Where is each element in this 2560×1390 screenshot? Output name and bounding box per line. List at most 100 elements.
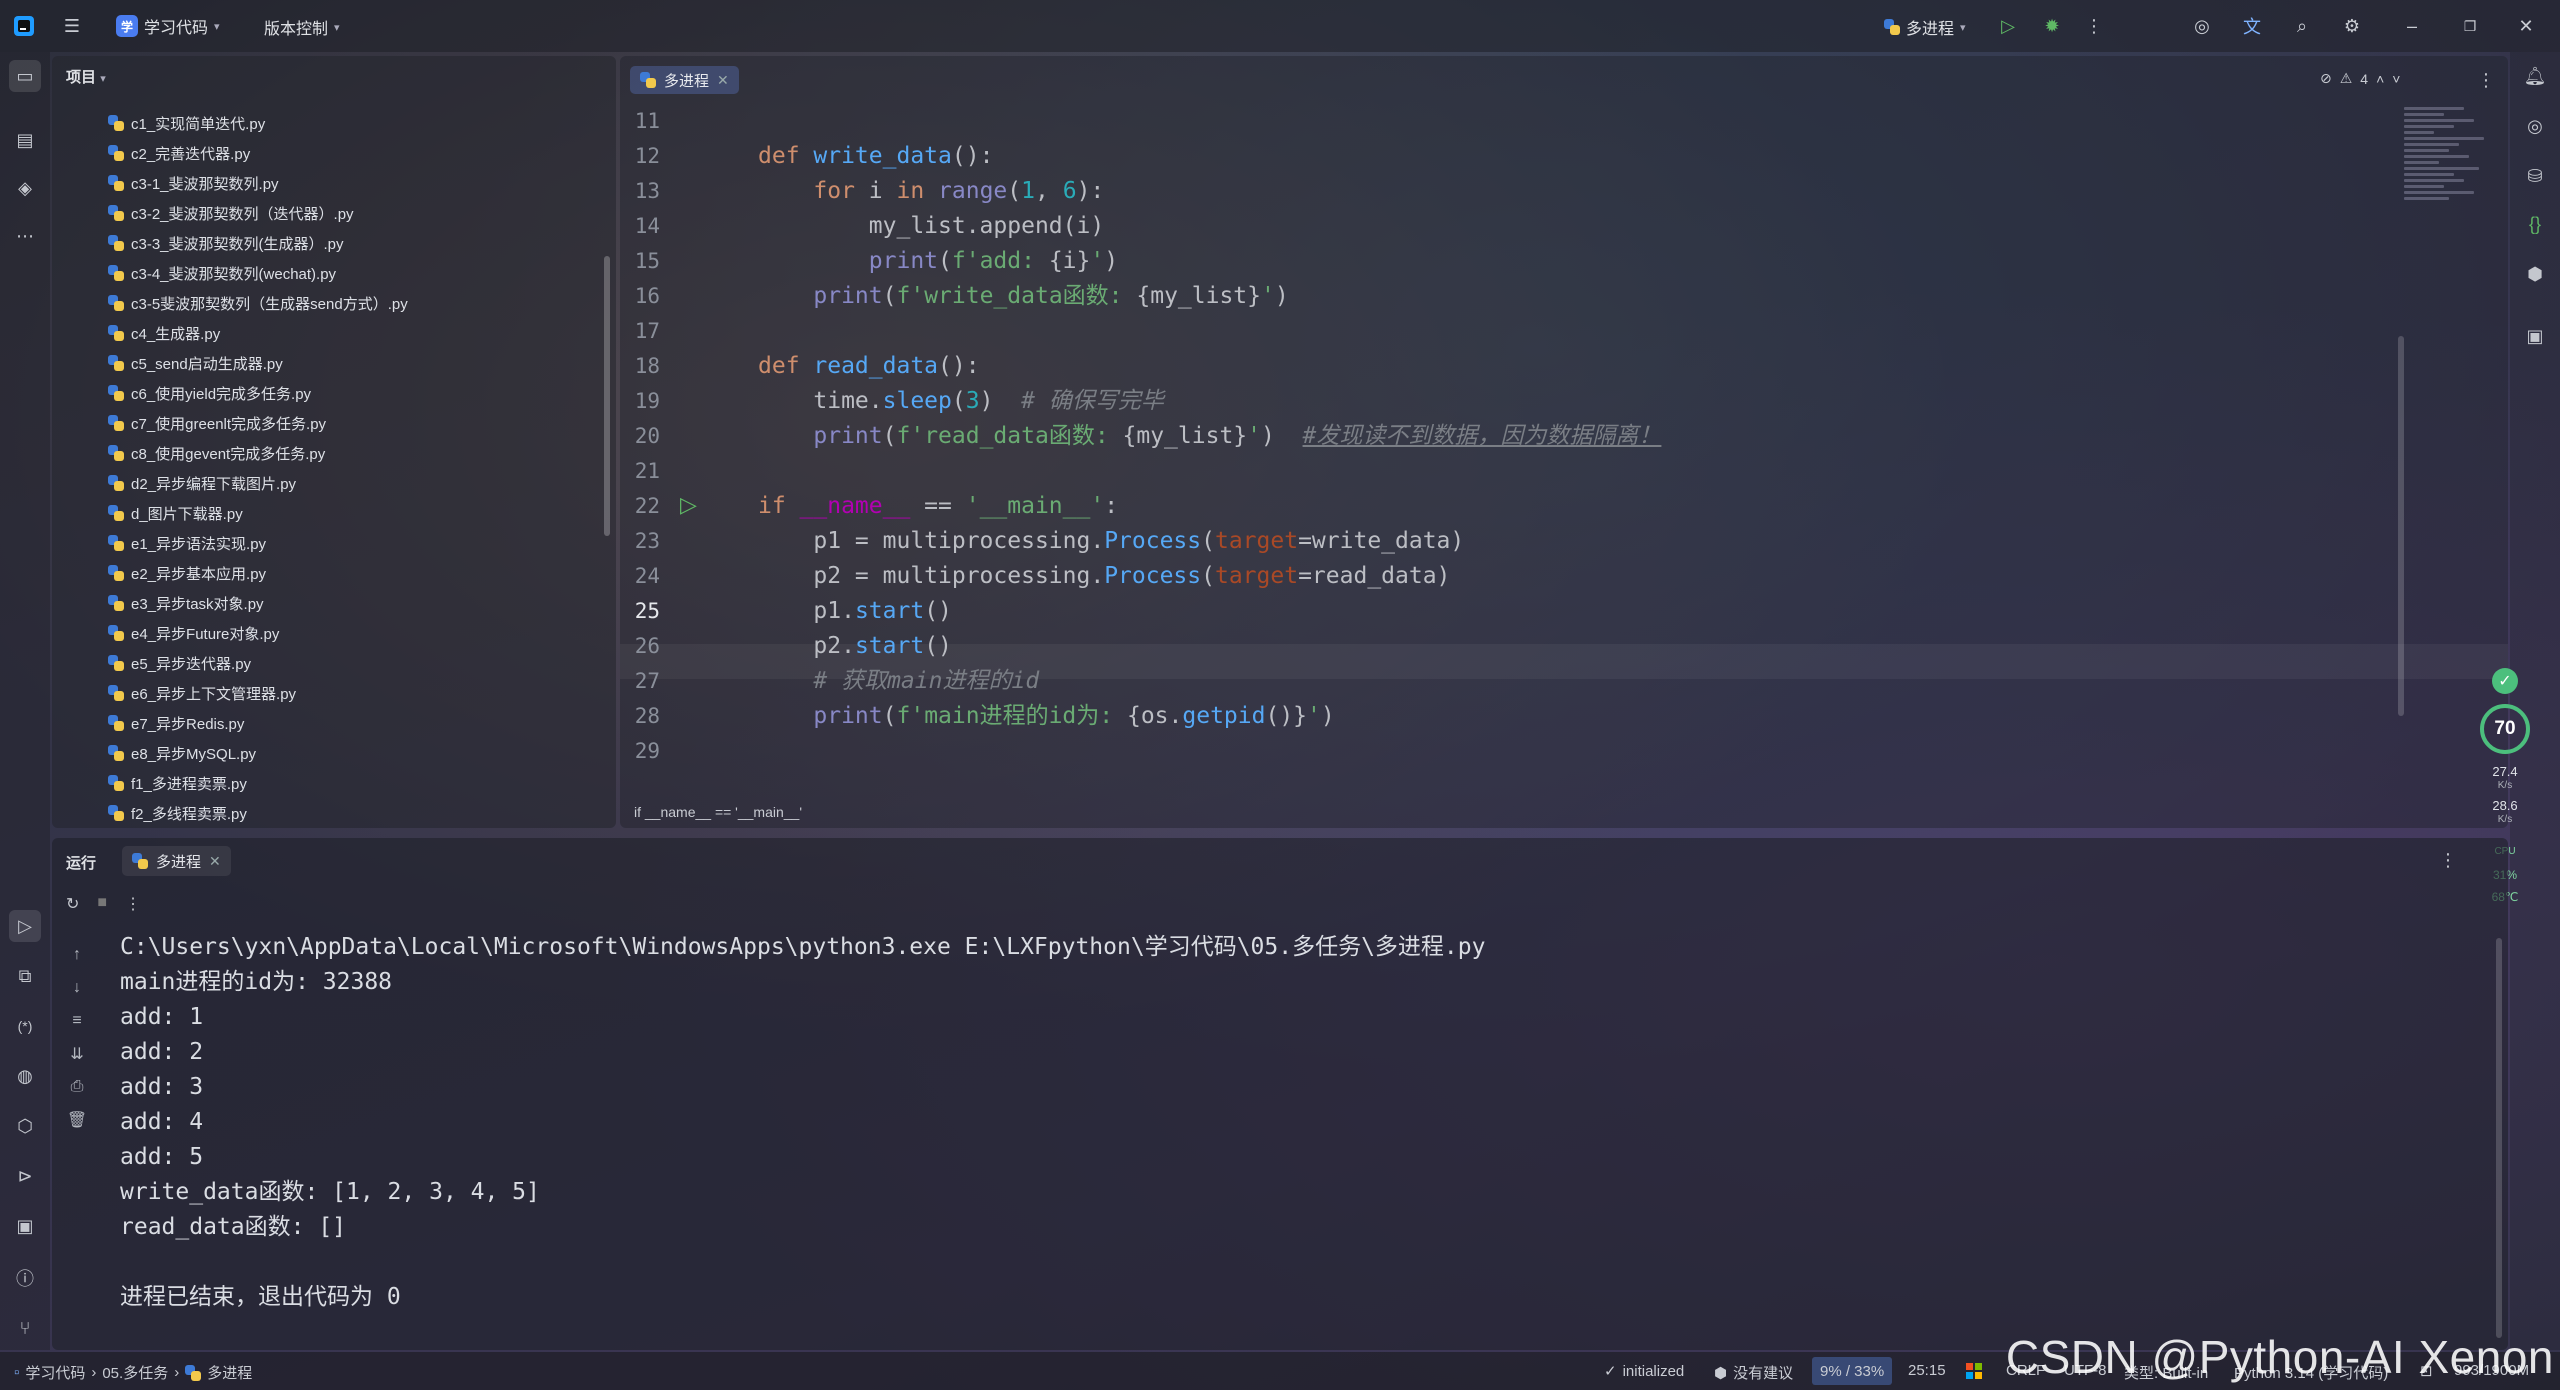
rerun-icon[interactable]: ↻ <box>66 894 79 914</box>
file-item[interactable]: d_图片下载器.py <box>108 498 408 528</box>
problems-icon[interactable]: ⓘ <box>9 1262 41 1294</box>
file-item[interactable]: c3-1_斐波那契数列.py <box>108 168 408 198</box>
upload-unit: K/s <box>2497 780 2513 791</box>
line-number: 19 <box>634 389 660 413</box>
code-content[interactable]: def write_data(): for i in range(1, 6): … <box>758 104 1661 769</box>
more-tools-icon[interactable]: ⋯ <box>9 220 41 252</box>
file-item[interactable]: f1_多进程卖票.py <box>108 768 408 798</box>
more-options-icon[interactable]: ⋮ <box>125 894 141 914</box>
run-panel-menu-icon[interactable]: ⋮ <box>2436 848 2460 872</box>
close-tab-icon[interactable]: ✕ <box>209 853 221 870</box>
run-gutter-icon[interactable]: ▷ <box>680 492 697 518</box>
structure-icon[interactable]: ▤ <box>9 124 41 156</box>
close-window-icon[interactable]: ✕ <box>2514 14 2538 38</box>
file-item[interactable]: c3-2_斐波那契数列（迭代器）.py <box>108 198 408 228</box>
file-item[interactable]: d2_异步编程下载图片.py <box>108 468 408 498</box>
file-item[interactable]: f2_多线程卖票.py <box>108 798 408 828</box>
crumb-file[interactable]: 多进程 <box>207 1362 252 1383</box>
line-number: 26 <box>634 634 660 658</box>
python-packages-icon[interactable]: ◈ <box>9 172 41 204</box>
line-number: 12 <box>634 144 660 168</box>
main-menu-icon[interactable]: ☰ <box>60 14 84 38</box>
cursor-position[interactable]: 25:15 <box>1908 1362 1946 1379</box>
python-file-icon <box>108 235 124 251</box>
suggestion-status[interactable]: ⬢ 没有建议 <box>1714 1362 1793 1383</box>
file-item[interactable]: e4_异步Future对象.py <box>108 618 408 648</box>
more-actions-icon[interactable]: ⋮ <box>2082 14 2106 38</box>
database-icon[interactable]: ⛁ <box>2523 164 2547 188</box>
plugin-cube-icon[interactable]: ⬢ <box>2523 262 2547 286</box>
file-item[interactable]: c6_使用yield完成多任务.py <box>108 378 408 408</box>
file-item[interactable]: e1_异步语法实现.py <box>108 528 408 558</box>
memory-indicator[interactable]: 9% / 33% <box>1812 1357 1893 1385</box>
console-output[interactable]: C:\Users\yxn\AppData\Local\Microsoft\Win… <box>120 930 1485 1315</box>
file-item[interactable]: c3-3_斐波那契数列(生成器）.py <box>108 228 408 258</box>
minimize-icon[interactable]: – <box>2400 14 2424 38</box>
file-item[interactable]: c8_使用gevent完成多任务.py <box>108 438 408 468</box>
translate-icon[interactable]: 文 <box>2240 14 2264 38</box>
python-file-icon <box>108 775 124 791</box>
restore-icon[interactable]: ❐ <box>2458 14 2482 38</box>
scroll-to-end-icon[interactable]: ⇊ <box>64 1037 90 1070</box>
vcs-menu[interactable]: 版本控制 ▾ <box>264 15 340 39</box>
file-item[interactable]: e3_异步task对象.py <box>108 588 408 618</box>
run-tool-icon[interactable]: ▷ <box>9 910 41 942</box>
editor-breadcrumb[interactable]: if __name__ == '__main__' <box>634 804 802 820</box>
file-item[interactable]: e6_异步上下文管理器.py <box>108 678 408 708</box>
packages-icon[interactable]: ⬡ <box>9 1110 41 1142</box>
project-switcher[interactable]: 学 学习代码 ▾ <box>116 14 220 38</box>
file-item[interactable]: e5_异步迭代器.py <box>108 648 408 678</box>
services-run-icon[interactable]: ⊳ <box>9 1160 41 1192</box>
soft-wrap-icon[interactable]: ≡ <box>64 1004 90 1037</box>
python-console-icon[interactable]: ◍ <box>9 1060 41 1092</box>
ai-chat-icon[interactable]: ◎ <box>2523 114 2547 138</box>
editor-tab[interactable]: 多进程 ✕ <box>630 66 739 94</box>
console-scrollbar[interactable] <box>2496 938 2502 1338</box>
file-item[interactable]: c2_完善迭代器.py <box>108 138 408 168</box>
run-config-selector[interactable]: 多进程 ▾ <box>1884 15 1966 39</box>
editor-tab-menu-icon[interactable]: ⋮ <box>2474 68 2498 92</box>
chevron-up-icon[interactable]: ˄ <box>2376 71 2384 87</box>
file-item[interactable]: c7_使用greenlt完成多任务.py <box>108 408 408 438</box>
json-braces-icon[interactable]: {} <box>2523 212 2547 236</box>
scroll-down-icon[interactable]: ↓ <box>64 971 90 1004</box>
services-icon[interactable]: ⧉ <box>9 960 41 992</box>
scroll-up-icon[interactable]: ↑ <box>64 938 90 971</box>
file-item[interactable]: e2_异步基本应用.py <box>108 558 408 588</box>
file-item[interactable]: e7_异步Redis.py <box>108 708 408 738</box>
trash-icon[interactable]: 🗑︎ <box>64 1103 90 1136</box>
upload-speed: 27.4 <box>2492 764 2518 779</box>
project-panel-header[interactable]: 项目 ▾ <box>66 66 106 87</box>
close-tab-icon[interactable]: ✕ <box>717 72 729 89</box>
inspection-widget[interactable]: ⊘ ⚠ 4 ˄ ˅ <box>2320 70 2400 87</box>
translate-panel-icon[interactable]: ▣ <box>2523 324 2547 348</box>
git-branch-icon[interactable]: ⑂ <box>9 1312 41 1344</box>
initialized-status[interactable]: ✓ initialized <box>1604 1362 1684 1381</box>
file-item[interactable]: c5_send启动生成器.py <box>108 348 408 378</box>
print-icon[interactable]: ⎙ <box>64 1070 90 1103</box>
debug-icon[interactable]: ✹ <box>2040 14 2064 38</box>
chevron-down-icon[interactable]: ˅ <box>2392 71 2400 87</box>
project-folder-icon[interactable]: ▭ <box>9 60 41 92</box>
stop-icon[interactable]: ■ <box>97 894 107 914</box>
ai-assistant-icon[interactable]: ◎ <box>2190 14 2214 38</box>
crumb-folder[interactable]: 05.多任务 <box>102 1362 168 1383</box>
terminal-icon[interactable]: ▣ <box>9 1210 41 1242</box>
project-scrollbar[interactable] <box>604 256 610 536</box>
code-minimap[interactable] <box>2404 104 2504 354</box>
crumb-root[interactable]: 学习代码 <box>25 1362 85 1383</box>
warning-count: 4 <box>2360 70 2369 87</box>
file-item[interactable]: c3-5斐波那契数列（生成器send方式）.py <box>108 288 408 318</box>
file-item[interactable]: c4_生成器.py <box>108 318 408 348</box>
python-file-icon <box>108 175 124 191</box>
run-tab[interactable]: 多进程 ✕ <box>122 846 231 876</box>
run-icon[interactable]: ▷ <box>1996 14 2020 38</box>
editor-scrollbar[interactable] <box>2398 336 2404 716</box>
debug-console-icon[interactable]: (*) <box>9 1010 41 1042</box>
file-item[interactable]: e8_异步MySQL.py <box>108 738 408 768</box>
notifications-bell-icon[interactable]: 🔔︎ <box>2523 64 2547 88</box>
search-icon[interactable]: ⌕ <box>2290 14 2314 38</box>
file-item[interactable]: c3-4_斐波那契数列(wechat).py <box>108 258 408 288</box>
settings-gear-icon[interactable]: ⚙ <box>2340 14 2364 38</box>
file-item[interactable]: c1_实现简单迭代.py <box>108 108 408 138</box>
